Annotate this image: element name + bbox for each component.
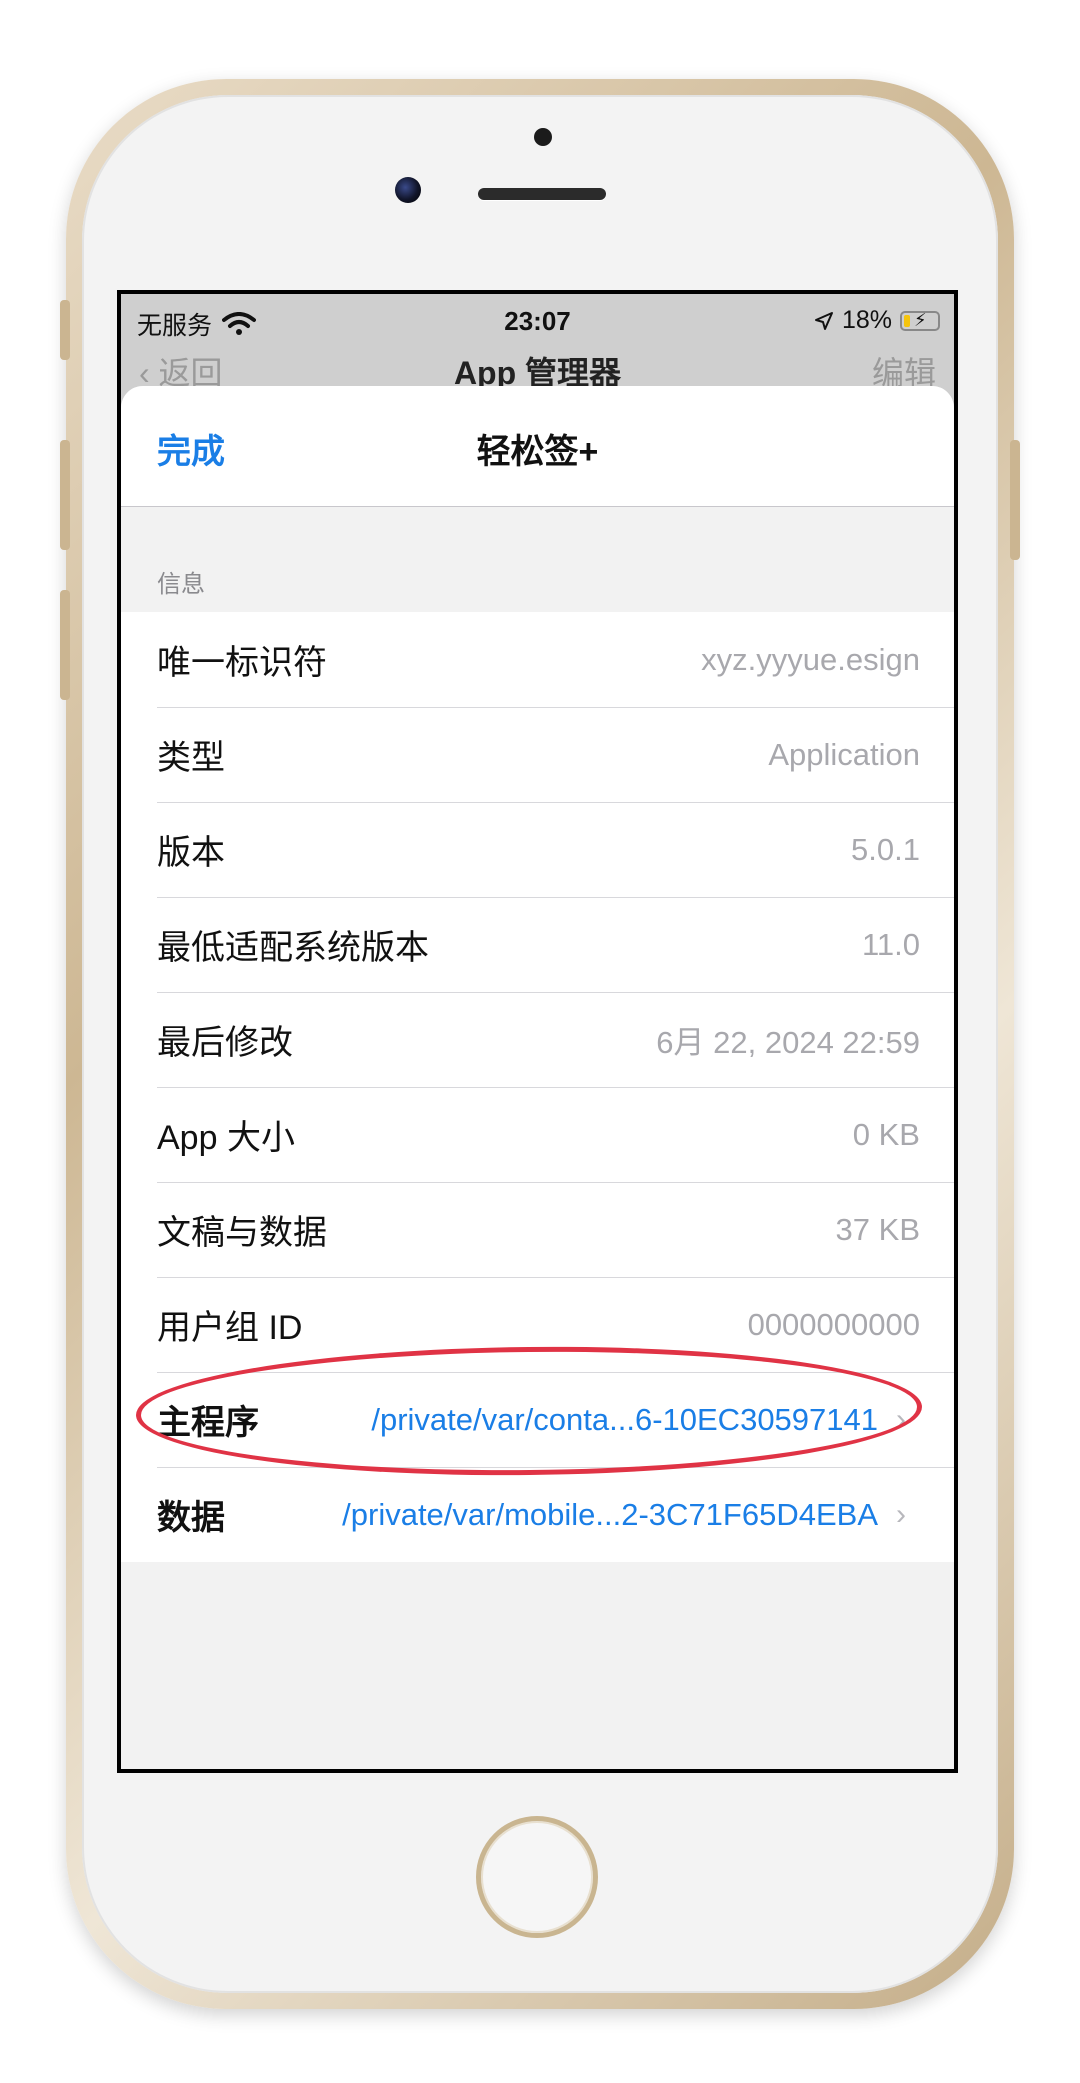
volume-down-button — [60, 590, 70, 700]
row-label: 最低适配系统版本 — [157, 929, 429, 967]
row-label: 版本 — [157, 834, 225, 872]
row-value: 37 KB — [835, 1211, 920, 1247]
path-row-data[interactable]: 数据 /private/var/mobile...2-3C71F65D4EBA … — [121, 1467, 954, 1562]
row-label: App 大小 — [157, 1119, 295, 1157]
battery-fill — [904, 314, 910, 327]
info-row-min-os: 最低适配系统版本 11.0 — [121, 897, 954, 992]
front-camera-icon — [395, 177, 421, 203]
row-value: 0 KB — [852, 1116, 920, 1152]
location-arrow-icon — [814, 311, 833, 330]
battery-icon: ⚡ — [900, 309, 940, 331]
row-value: 0000000000 — [747, 1306, 920, 1342]
row-label: 数据 — [157, 1499, 225, 1537]
screen-content: 无服务 23:07 18% ⚡ ‹ 返回 App 管理器 编辑 完成 轻松签+ … — [121, 294, 954, 1769]
volume-up-button — [60, 440, 70, 550]
sheet-title: 轻松签+ — [476, 433, 599, 471]
status-right: 18% ⚡ — [814, 306, 940, 335]
chevron-right-icon: › — [896, 1497, 906, 1531]
earpiece-speaker — [478, 188, 606, 200]
row-label: 文稿与数据 — [157, 1214, 327, 1252]
info-row-documents-data: 文稿与数据 37 KB — [121, 1182, 954, 1277]
status-bar: 无服务 23:07 18% ⚡ — [121, 294, 954, 344]
row-value: Application — [768, 736, 920, 772]
path-link[interactable]: /private/var/mobile...2-3C71F65D4EBA — [245, 1497, 878, 1533]
info-row-app-size: App 大小 0 KB — [121, 1087, 954, 1182]
battery-percent: 18% — [841, 306, 892, 334]
mute-switch — [60, 300, 70, 360]
info-row-version: 版本 5.0.1 — [121, 802, 954, 897]
charging-bolt-icon: ⚡ — [914, 309, 927, 330]
phone-screen: 无服务 23:07 18% ⚡ ‹ 返回 App 管理器 编辑 完成 轻松签+ … — [117, 290, 958, 1773]
info-row-bundle-id: 唯一标识符 xyz.yyyue.esign — [121, 612, 954, 707]
row-label: 最后修改 — [157, 1024, 293, 1062]
info-row-type: 类型 Application — [121, 707, 954, 802]
info-row-last-modified: 最后修改 6月 22, 2024 22:59 — [121, 992, 954, 1087]
row-value: 5.0.1 — [851, 831, 920, 867]
background-nav-bar: ‹ 返回 App 管理器 编辑 — [121, 348, 954, 391]
home-button[interactable] — [476, 1816, 598, 1938]
row-label: 类型 — [157, 739, 225, 777]
app-info-sheet: 完成 轻松签+ 信息 唯一标识符 xyz.yyyue.esign 类型 Appl… — [121, 386, 954, 1769]
row-label: 唯一标识符 — [157, 644, 327, 682]
sheet-header: 完成 轻松签+ — [121, 386, 954, 507]
row-value: 11.0 — [861, 926, 920, 962]
row-value: xyz.yyyue.esign — [701, 641, 920, 677]
power-button — [1010, 440, 1020, 560]
section-header-info: 信息 — [157, 571, 205, 598]
proximity-sensor — [534, 128, 552, 146]
row-value: 6月 22, 2024 22:59 — [656, 1025, 920, 1060]
row-label: 用户组 ID — [157, 1309, 303, 1347]
